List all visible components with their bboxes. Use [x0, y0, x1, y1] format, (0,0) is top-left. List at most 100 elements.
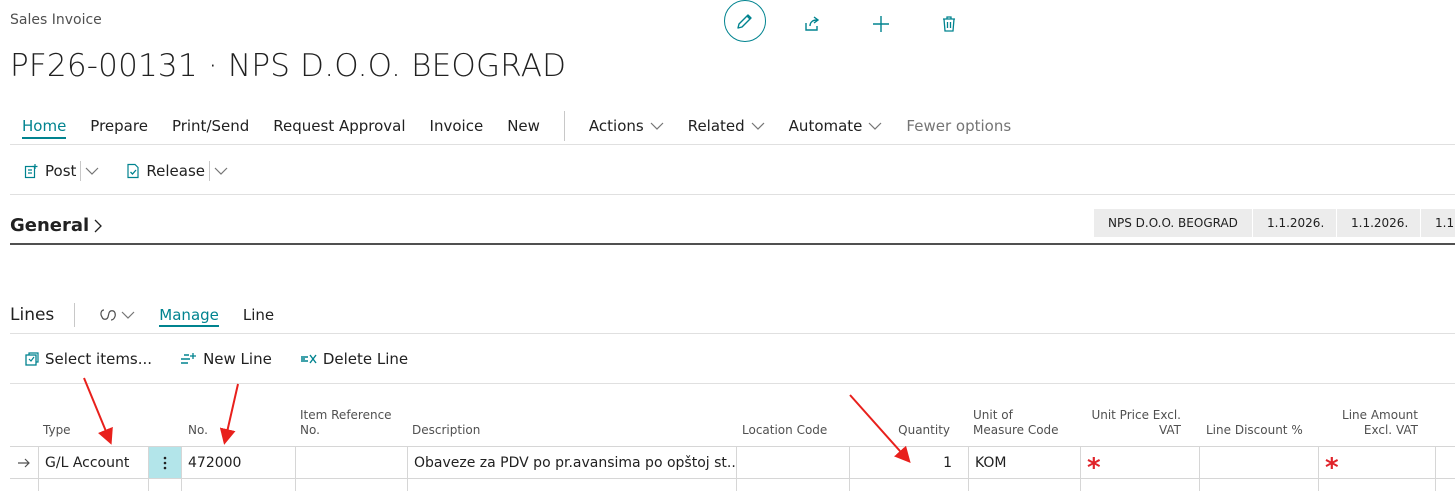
cell-no[interactable]	[181, 478, 295, 491]
general-label: General	[10, 215, 90, 236]
cell-line-amount[interactable]	[1318, 478, 1435, 491]
fewer-options-button[interactable]: Fewer options	[906, 117, 1011, 135]
cell-location-code[interactable]	[736, 478, 849, 491]
pencil-icon	[737, 14, 752, 29]
col-unit-price-line2: VAT	[1158, 423, 1181, 437]
row-indicator	[10, 447, 38, 478]
new-line-label: New Line	[203, 350, 272, 368]
col-item-reference[interactable]: Item Reference No.	[300, 408, 392, 438]
cell-line-discount[interactable]	[1199, 478, 1318, 491]
menu-related-label: Related	[687, 117, 745, 135]
lines-actions: Select items... New Line Delete Line	[24, 347, 408, 371]
tab-new[interactable]: New	[507, 117, 540, 135]
tab-request-approval[interactable]: Request Approval	[273, 117, 405, 135]
chevron-down-icon	[868, 122, 882, 130]
divider	[10, 243, 1455, 245]
menu-actions[interactable]: Actions	[589, 117, 664, 135]
more-vertical-icon	[163, 456, 167, 469]
chevron-down-icon[interactable]	[214, 166, 228, 176]
select-items-icon	[25, 352, 39, 366]
copilot-button[interactable]	[99, 307, 135, 323]
new-button[interactable]	[861, 4, 901, 44]
summary-document-date: 1.1.2026.	[1253, 209, 1337, 237]
menu-related[interactable]: Related	[688, 117, 765, 135]
cell-quantity[interactable]: 1	[849, 447, 968, 478]
cell-description[interactable]	[407, 478, 736, 491]
cell-type[interactable]	[38, 478, 148, 491]
col-uom-line1: Unit of	[973, 408, 1013, 422]
summary-customer: NPS D.O.O. BEOGRAD	[1094, 209, 1253, 237]
summary-posting-date: 1.1.2026.	[1337, 209, 1421, 237]
divider	[10, 333, 1455, 334]
col-location-code[interactable]: Location Code	[742, 423, 827, 438]
general-fasttab-header[interactable]: General	[10, 215, 103, 236]
tab-line[interactable]: Line	[243, 306, 274, 324]
cell-item-reference[interactable]	[295, 478, 407, 491]
new-line-button[interactable]: New Line	[180, 350, 272, 368]
menu-automate[interactable]: Automate	[789, 117, 883, 135]
col-item-reference-line1: Item Reference	[300, 408, 392, 422]
cell-uom[interactable]	[968, 478, 1080, 491]
col-line-amount[interactable]: Line Amount Excl. VAT	[1325, 408, 1418, 438]
row-menu-button[interactable]	[148, 478, 181, 491]
tab-manage[interactable]: Manage	[159, 306, 219, 327]
col-line-discount[interactable]: Line Discount %	[1206, 423, 1303, 438]
menu-automate-label: Automate	[788, 117, 863, 135]
edit-button[interactable]	[724, 0, 766, 42]
cell-type[interactable]: G/L Account	[38, 447, 148, 478]
divider	[10, 144, 1455, 145]
delete-line-label: Delete Line	[322, 350, 409, 368]
cell-description[interactable]: Obaveze za PDV po pr.avansima po opštoj …	[407, 447, 736, 478]
delete-button[interactable]	[929, 4, 969, 44]
tab-print-send[interactable]: Print/Send	[172, 117, 249, 135]
lines-header: Lines Manage Line	[10, 302, 274, 328]
col-quantity[interactable]: Quantity	[855, 423, 950, 438]
tab-invoice[interactable]: Invoice	[430, 117, 484, 135]
col-line-amount-line1: Line Amount	[1342, 408, 1418, 422]
cell-quantity[interactable]	[849, 478, 968, 491]
cell-overflow	[1435, 478, 1455, 491]
page-title: PF26-00131 · NPS D.O.O. BEOGRAD	[10, 48, 567, 84]
chevron-right-icon	[94, 219, 103, 232]
cell-uom[interactable]: KOM	[968, 447, 1080, 478]
divider	[10, 383, 1455, 384]
cell-unit-price[interactable]	[1080, 478, 1199, 491]
cell-item-reference[interactable]	[295, 447, 407, 478]
breadcrumb: Sales Invoice	[10, 12, 102, 28]
chevron-down-icon[interactable]	[85, 166, 99, 176]
table-row[interactable]: G/L Account 472000 Obaveze za PDV po pr.…	[10, 446, 1455, 479]
chevron-down-icon	[121, 311, 135, 319]
col-line-amount-line2: Excl. VAT	[1363, 423, 1418, 437]
release-icon	[127, 163, 139, 179]
required-indicator: *	[1087, 452, 1101, 479]
cell-location-code[interactable]	[736, 447, 849, 478]
cell-unit-price[interactable]: *	[1080, 447, 1199, 478]
release-label: Release	[146, 162, 205, 180]
delete-line-icon	[300, 354, 317, 364]
release-button[interactable]: Release	[125, 162, 205, 180]
cell-line-discount[interactable]	[1199, 447, 1318, 478]
menu-actions-label: Actions	[588, 117, 644, 135]
share-button[interactable]	[792, 4, 832, 44]
cell-line-amount[interactable]: *	[1318, 447, 1435, 478]
col-description[interactable]: Description	[412, 423, 480, 438]
trash-icon	[943, 16, 955, 32]
plus-icon	[873, 16, 889, 32]
cell-no[interactable]: 472000	[181, 447, 295, 478]
post-icon	[24, 164, 38, 179]
col-uom[interactable]: Unit of Measure Code	[973, 408, 1059, 438]
delete-line-button[interactable]: Delete Line	[300, 350, 408, 368]
divider	[74, 303, 76, 327]
row-menu-button[interactable]	[148, 447, 181, 478]
col-unit-price[interactable]: Unit Price Excl. VAT	[1085, 408, 1181, 438]
select-items-button[interactable]: Select items...	[24, 350, 152, 368]
cell-overflow	[1435, 447, 1455, 478]
post-label: Post	[45, 162, 77, 180]
table-row[interactable]	[10, 478, 1455, 491]
col-no[interactable]: No.	[188, 423, 208, 438]
post-button[interactable]: Post	[24, 162, 76, 180]
tab-prepare[interactable]: Prepare	[90, 117, 148, 135]
col-type[interactable]: Type	[43, 423, 71, 438]
tab-home[interactable]: Home	[22, 117, 67, 139]
divider	[563, 111, 565, 141]
